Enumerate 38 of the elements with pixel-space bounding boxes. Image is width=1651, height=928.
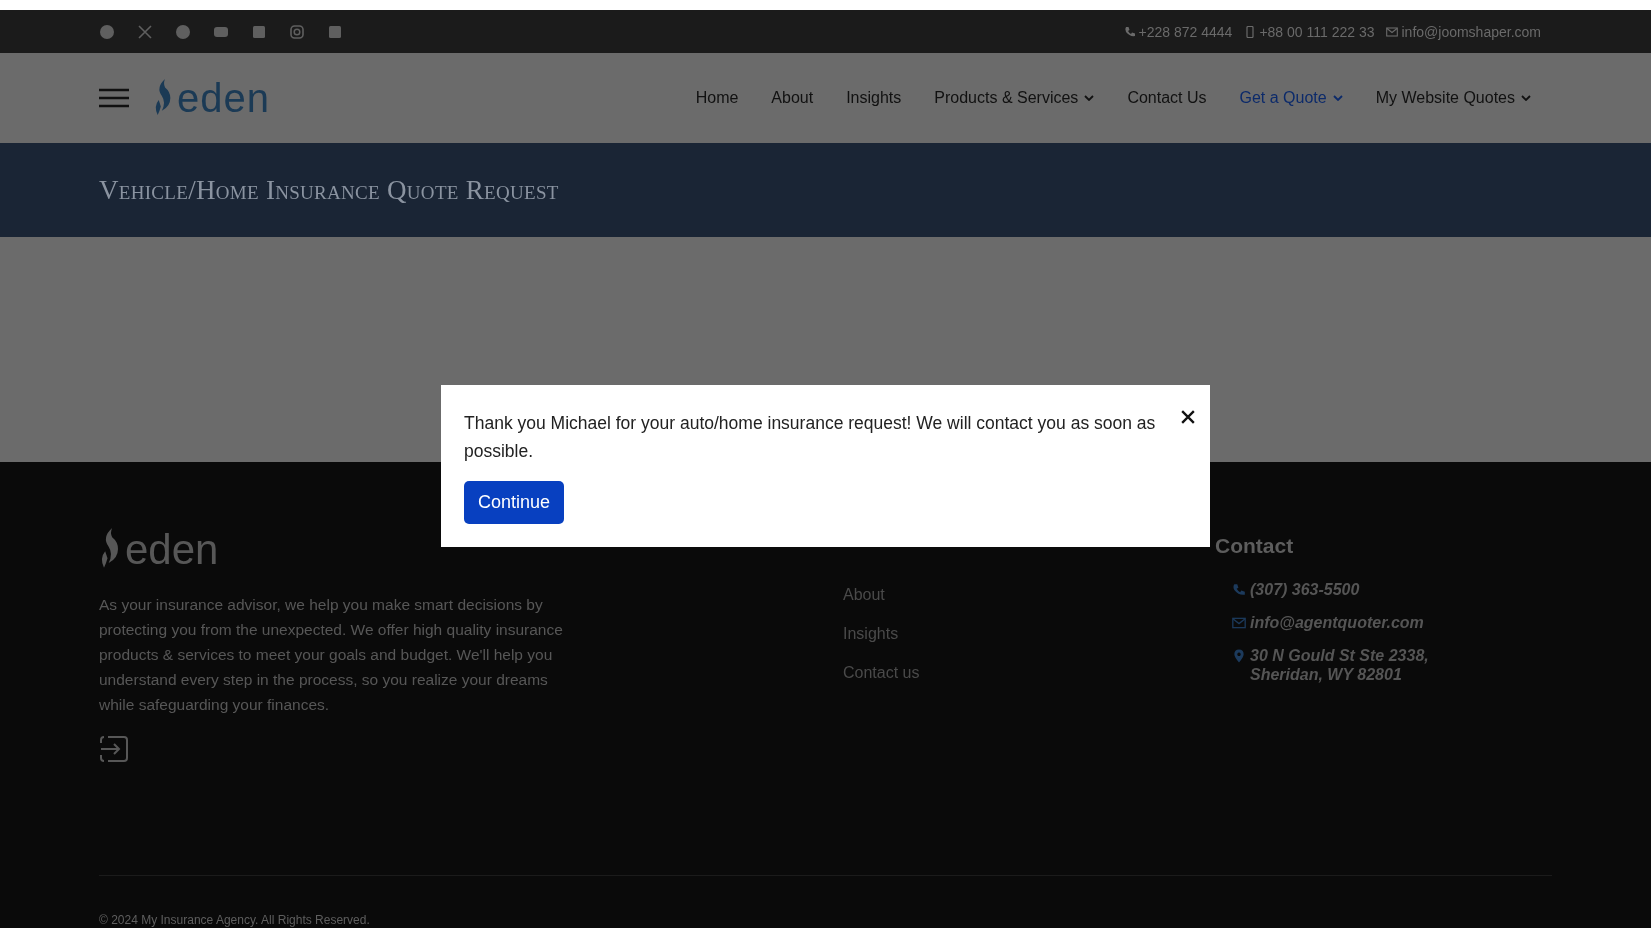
chevron-down-icon (1084, 95, 1095, 101)
contact-text: info@joomshaper.com (1401, 23, 1541, 40)
envelope-icon (1386, 25, 1399, 38)
about-text: As your insurance advisor, we help you make smart decisions by protecting you from the unexpected. We offer high quality insurance products & services to meet your goals and budget. We'll help you understand every step in the process, so you realize your dreams while safeguarding your finances. (99, 595, 564, 715)
nav-link[interactable]: Get a Quote (1239, 89, 1343, 107)
x-icon[interactable] (137, 23, 153, 40)
chevron-down-icon (1332, 95, 1343, 101)
footer-link[interactable]: Contact us (843, 664, 1215, 682)
close-icon[interactable] (1181, 410, 1195, 424)
contact-heading: Contact (1215, 533, 1295, 558)
nav-link[interactable]: Home (695, 89, 739, 107)
map-pin-icon (1232, 649, 1246, 663)
logo-text: eden (125, 530, 219, 570)
copyright-text: © 2024 My Insurance Agency. All Rights Reserved. (99, 913, 371, 927)
logo-text: eden (177, 79, 270, 117)
nav-link[interactable]: About (771, 89, 814, 107)
footer-link[interactable]: About (843, 586, 1215, 604)
instagram-icon[interactable] (289, 23, 305, 40)
contact-text: info@agentquoter.com (1250, 613, 1424, 632)
contact-text: +228 872 4444 (1138, 23, 1233, 40)
contact-text: 30 N Gould St Ste 2338, Sheridan, WY 82801 (1250, 646, 1430, 684)
mobile-phone-icon (1244, 25, 1257, 38)
menu-icon[interactable] (99, 88, 129, 108)
contact-text: +88 00 111 222 33 (1259, 23, 1375, 40)
dialog-message: Thank you Michael for your auto/home insurance request! We will contact you as soon as possible. (464, 412, 1157, 463)
envelope-icon (1232, 616, 1246, 630)
chevron-down-icon (1521, 95, 1531, 101)
phone-icon (1123, 25, 1136, 38)
login-icon[interactable] (99, 735, 129, 763)
nav-link[interactable]: My Website Quotes (1375, 89, 1531, 107)
nav-link[interactable]: Insights (846, 89, 902, 107)
contact-text: (307) 363-5500 (1250, 580, 1360, 599)
nav-link[interactable]: Products & Services (934, 89, 1095, 107)
page-title: Vehicle/Home Insurance Quote Request (99, 174, 559, 206)
nav-link[interactable]: Contact Us (1127, 89, 1207, 107)
footer-link[interactable]: Insights (843, 625, 1215, 643)
phone-icon (1232, 583, 1246, 597)
continue-button[interactable]: Continue (464, 481, 565, 524)
